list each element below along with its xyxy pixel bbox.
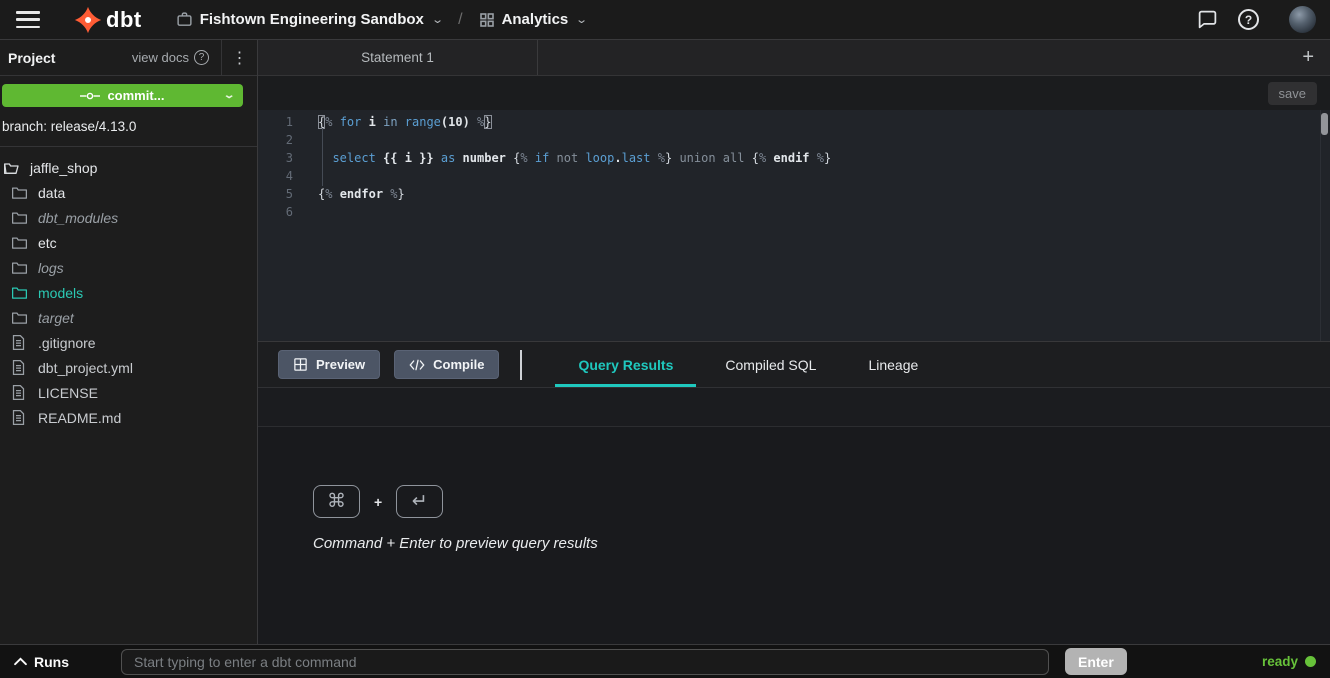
- chat-icon[interactable]: [1197, 9, 1218, 30]
- chevron-down-icon: ⌄: [575, 13, 588, 26]
- results-toolbar: Preview Compile Query Results Compiled S…: [258, 341, 1330, 388]
- code-editor[interactable]: 1{% for i in range(10) %}23 select {{ i …: [258, 110, 1330, 341]
- tab-lineage[interactable]: Lineage: [842, 342, 944, 387]
- tree-item-models[interactable]: models: [0, 280, 257, 305]
- shortcut-hint-text: Command + Enter to preview query results: [313, 535, 1330, 552]
- file-icon: [12, 410, 28, 426]
- bottom-bar: Runs Enter ready: [0, 644, 1330, 678]
- save-button[interactable]: save: [1268, 82, 1317, 105]
- dbt-flame-icon: [74, 6, 102, 34]
- tree-item-data[interactable]: data: [0, 180, 257, 205]
- tree-item-dbt-modules[interactable]: dbt_modules: [0, 205, 257, 230]
- tree-item-logs[interactable]: logs: [0, 255, 257, 280]
- code-line: 3 select {{ i }} as number {% if not loo…: [258, 149, 1330, 167]
- folder-icon: [12, 285, 28, 301]
- folder-icon: [12, 185, 28, 201]
- tree-item-readme[interactable]: README.md: [0, 405, 257, 430]
- project-name: Analytics: [502, 11, 569, 28]
- chevron-down-icon: ⌄: [431, 13, 444, 26]
- table-icon: [293, 357, 308, 372]
- shortcut-hint-keys: ⌘ + ↵: [313, 485, 1330, 518]
- status-dot-icon: [1305, 656, 1316, 667]
- hamburger-menu-icon[interactable]: [16, 11, 40, 28]
- folder-icon: [12, 310, 28, 326]
- tree-item-gitignore[interactable]: .gitignore: [0, 330, 257, 355]
- top-bar: dbt Fishtown Engineering Sandbox ⌄ / Ana…: [0, 0, 1330, 40]
- scrollbar-thumb[interactable]: [1321, 113, 1328, 135]
- runs-toggle[interactable]: Runs: [14, 654, 69, 670]
- code-line: 5{% endfor %}: [258, 185, 1330, 203]
- editor-tab-bar: Statement 1 +: [258, 40, 1330, 76]
- status-label: ready: [1262, 654, 1298, 669]
- tree-item-license[interactable]: LICENSE: [0, 380, 257, 405]
- dbt-logo[interactable]: dbt: [74, 6, 142, 34]
- toolbar-divider: [520, 350, 522, 380]
- file-tree: jaffle_shop data dbt_modules: [0, 147, 257, 430]
- command-key-icon: ⌘: [313, 485, 360, 518]
- folder-open-icon: [4, 160, 20, 176]
- git-commit-icon: [80, 91, 100, 101]
- preview-button[interactable]: Preview: [278, 350, 380, 379]
- project-switcher[interactable]: Analytics ⌄: [479, 11, 587, 28]
- code-line: 6: [258, 203, 1330, 221]
- tab-query-results[interactable]: Query Results: [552, 342, 699, 387]
- commit-button[interactable]: commit... ⌄: [2, 84, 243, 107]
- branch-label: branch: release/4.13.0: [2, 119, 257, 134]
- breadcrumb-separator: /: [458, 11, 462, 29]
- code-line: 1{% for i in range(10) %}: [258, 113, 1330, 131]
- file-icon: [12, 360, 28, 376]
- sidebar: Project view docs ? ⋮ commit... ⌄ branch…: [0, 40, 258, 644]
- indent-guide: [322, 128, 323, 186]
- account-name: Fishtown Engineering Sandbox: [200, 11, 424, 28]
- chevron-down-icon: ⌄: [223, 90, 236, 101]
- account-switcher[interactable]: Fishtown Engineering Sandbox ⌄: [176, 11, 442, 28]
- tree-item-etc[interactable]: etc: [0, 230, 257, 255]
- folder-icon: [12, 235, 28, 251]
- question-circle-icon: ?: [194, 50, 209, 65]
- briefcase-icon: [176, 11, 193, 28]
- enter-button[interactable]: Enter: [1065, 648, 1127, 675]
- grid-icon: [479, 12, 495, 28]
- dbt-wordmark: dbt: [106, 7, 142, 33]
- plus-separator: +: [374, 494, 382, 510]
- sidebar-menu-button[interactable]: ⋮: [221, 40, 257, 75]
- chevron-up-icon: [14, 657, 27, 666]
- help-icon[interactable]: ?: [1238, 9, 1259, 30]
- scrollbar-track: [1320, 110, 1321, 341]
- enter-key-icon: ↵: [396, 485, 443, 518]
- kebab-icon: ⋮: [232, 48, 248, 68]
- code-lines: 1{% for i in range(10) %}23 select {{ i …: [258, 113, 1330, 221]
- tree-item-target[interactable]: target: [0, 305, 257, 330]
- view-docs-link[interactable]: view docs ?: [132, 50, 221, 65]
- code-line: 2: [258, 131, 1330, 149]
- code-icon: [409, 358, 425, 372]
- dbt-command-input[interactable]: [121, 649, 1049, 675]
- compile-button[interactable]: Compile: [394, 350, 499, 379]
- folder-icon: [12, 260, 28, 276]
- folder-icon: [12, 210, 28, 226]
- sidebar-title: Project: [8, 50, 55, 66]
- tree-item-dbt-project-yml[interactable]: dbt_project.yml: [0, 355, 257, 380]
- results-subheader: [258, 388, 1330, 427]
- tree-item-jaffle-shop[interactable]: jaffle_shop: [0, 155, 257, 180]
- results-tabs: Query Results Compiled SQL Lineage: [552, 342, 944, 387]
- code-line: 4: [258, 167, 1330, 185]
- new-tab-button[interactable]: +: [1296, 46, 1320, 69]
- editor-action-row: save: [258, 76, 1330, 110]
- editor-column: Statement 1 + save 1{% for i in range(10…: [258, 40, 1330, 644]
- file-icon: [12, 385, 28, 401]
- main-area: Project view docs ? ⋮ commit... ⌄ branch…: [0, 40, 1330, 644]
- tab-statement-1[interactable]: Statement 1: [258, 40, 538, 75]
- sidebar-header: Project view docs ? ⋮: [0, 40, 257, 76]
- tab-compiled-sql[interactable]: Compiled SQL: [699, 342, 842, 387]
- file-icon: [12, 335, 28, 351]
- avatar[interactable]: [1289, 6, 1316, 33]
- status-indicator: ready: [1262, 654, 1316, 669]
- results-panel: ⌘ + ↵ Command + Enter to preview query r…: [258, 427, 1330, 644]
